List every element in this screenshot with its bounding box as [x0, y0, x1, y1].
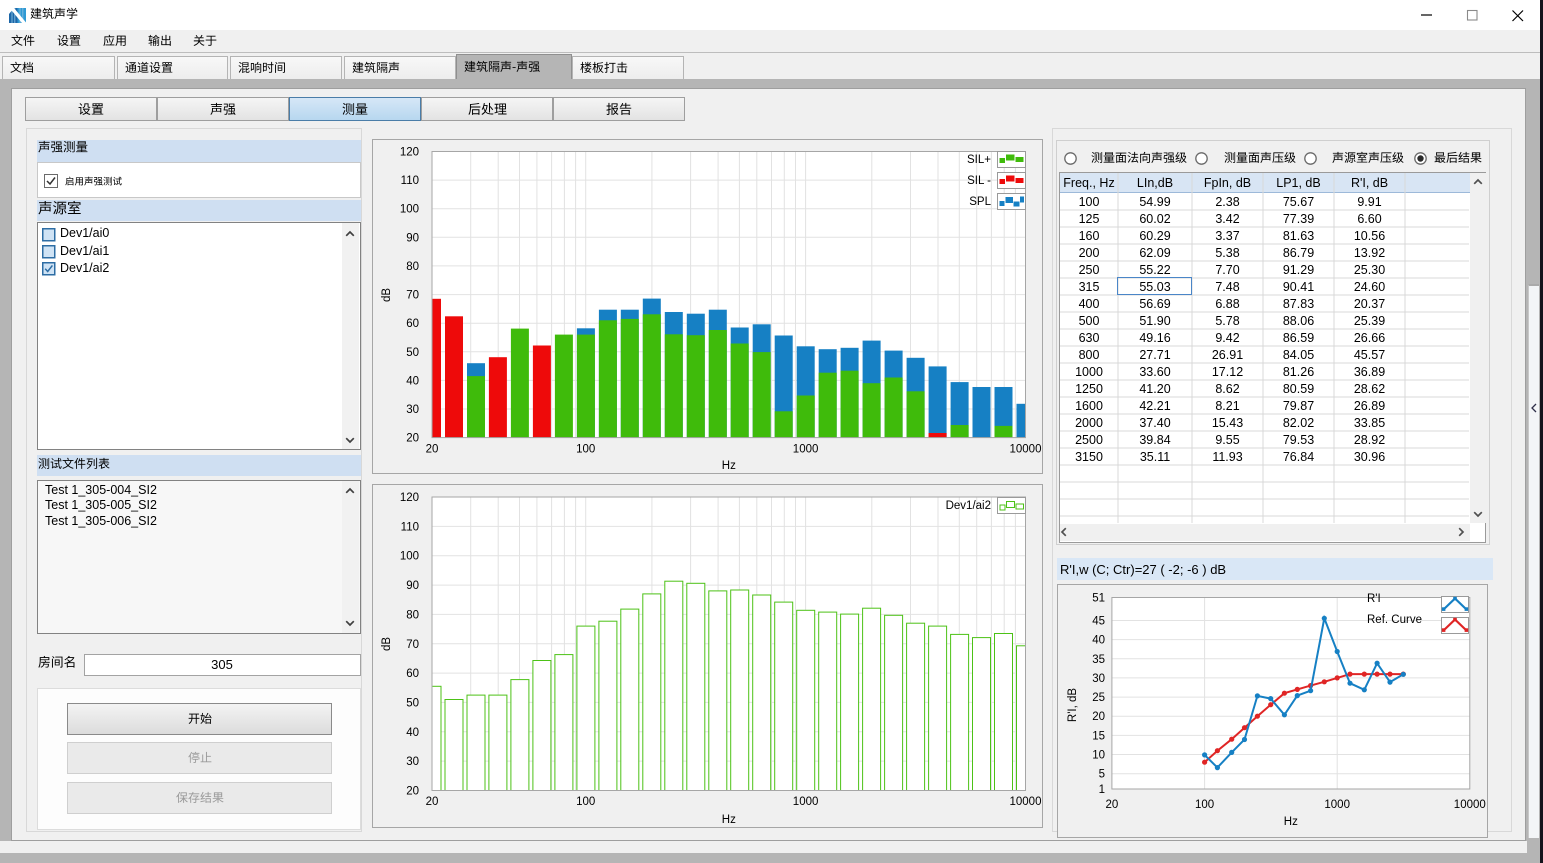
svg-text:110: 110: [401, 175, 419, 187]
svg-text:Hz: Hz: [722, 460, 736, 472]
svg-text:20: 20: [426, 444, 439, 456]
svg-text:20: 20: [426, 796, 439, 808]
svg-text:100: 100: [400, 551, 419, 563]
svg-text:10000: 10000: [1010, 444, 1042, 456]
svg-text:60: 60: [406, 668, 419, 680]
svg-text:100: 100: [576, 444, 595, 456]
svg-text:51: 51: [1092, 593, 1105, 605]
svg-text:dB: dB: [381, 637, 393, 651]
svg-text:1: 1: [1099, 784, 1105, 796]
svg-text:40: 40: [1092, 635, 1105, 647]
svg-text:80: 80: [406, 261, 419, 273]
svg-text:70: 70: [406, 290, 419, 302]
svg-text:90: 90: [406, 580, 419, 592]
svg-text:20: 20: [1106, 799, 1119, 811]
svg-text:60: 60: [406, 318, 419, 330]
svg-text:100: 100: [576, 796, 595, 808]
svg-text:1000: 1000: [1324, 799, 1350, 811]
svg-text:SIL -: SIL -: [967, 175, 991, 187]
svg-text:20: 20: [406, 433, 419, 445]
svg-text:100: 100: [400, 204, 419, 216]
svg-text:10000: 10000: [1454, 799, 1486, 811]
svg-text:90: 90: [406, 232, 419, 244]
svg-text:Ref. Curve: Ref. Curve: [1367, 614, 1422, 626]
svg-text:30: 30: [406, 404, 419, 416]
svg-text:50: 50: [406, 697, 419, 709]
svg-text:R'I: R'I: [1367, 593, 1381, 605]
svg-text:100: 100: [1195, 799, 1214, 811]
svg-text:15: 15: [1092, 730, 1105, 742]
svg-text:dB: dB: [381, 288, 393, 302]
svg-text:30: 30: [1092, 673, 1105, 685]
svg-text:Hz: Hz: [1284, 816, 1298, 828]
svg-text:120: 120: [400, 492, 419, 504]
svg-text:40: 40: [406, 375, 419, 387]
svg-text:40: 40: [406, 727, 419, 739]
svg-text:Hz: Hz: [722, 814, 736, 826]
svg-text:SIL+: SIL+: [967, 154, 991, 166]
svg-text:80: 80: [406, 609, 419, 621]
svg-text:25: 25: [1092, 692, 1105, 704]
svg-text:5: 5: [1099, 769, 1105, 781]
svg-text:120: 120: [400, 147, 419, 159]
svg-text:70: 70: [406, 639, 419, 651]
svg-text:10: 10: [1092, 750, 1105, 762]
svg-text:R'I, dB: R'I, dB: [1067, 688, 1079, 722]
svg-text:10000: 10000: [1010, 796, 1042, 808]
svg-text:Dev1/ai2: Dev1/ai2: [946, 500, 991, 512]
svg-text:50: 50: [406, 347, 419, 359]
svg-text:1000: 1000: [793, 444, 819, 456]
svg-text:20: 20: [406, 786, 419, 798]
svg-text:1000: 1000: [793, 796, 819, 808]
svg-text:20: 20: [1092, 711, 1105, 723]
svg-text:SPL: SPL: [969, 196, 991, 208]
svg-text:45: 45: [1092, 616, 1105, 628]
svg-text:35: 35: [1092, 654, 1105, 666]
svg-text:30: 30: [406, 756, 419, 768]
svg-text:110: 110: [401, 521, 419, 533]
